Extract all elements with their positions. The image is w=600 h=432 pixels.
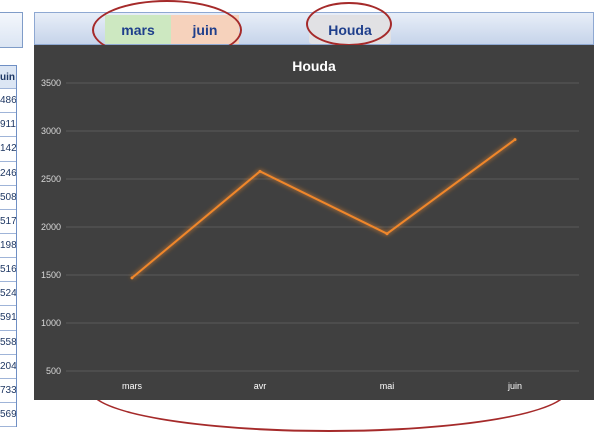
data-point	[513, 138, 517, 142]
left-table-cell: 517	[0, 210, 16, 234]
left-table-cell: 246	[0, 162, 16, 186]
x-tick-label: avr	[254, 381, 267, 391]
y-tick-label: 2000	[41, 222, 61, 232]
left-table-cell: 198	[0, 234, 16, 259]
y-tick-label: 2500	[41, 174, 61, 184]
chart-svg: Houda 500 1000 1500 2000 2500 3000 3500 mars avr…	[41, 58, 579, 391]
line-chart: Houda 500 1000 1500 2000 2500 3000 3500 mars avr…	[34, 45, 594, 400]
left-table-cell: 142	[0, 137, 16, 162]
x-tick-label: mai	[380, 381, 395, 391]
y-tick-label: 1500	[41, 270, 61, 280]
left-table-cell: 569	[0, 403, 16, 428]
left-table-cell: 486	[0, 89, 16, 114]
left-table-cell: 558	[0, 331, 16, 355]
left-table-cell: 911	[0, 113, 16, 138]
series-line	[131, 138, 516, 279]
left-header-box	[0, 12, 23, 48]
data-point	[130, 276, 134, 280]
left-table-cell: 508	[0, 186, 16, 210]
mars-button[interactable]: mars	[105, 15, 171, 44]
toolbar: mars juin Houda	[34, 12, 594, 45]
left-table-cell: 591	[0, 306, 16, 331]
data-point	[258, 169, 262, 173]
chart-title: Houda	[292, 58, 336, 74]
data-point	[385, 232, 389, 236]
y-tick-label: 3500	[41, 78, 61, 88]
juin-button[interactable]: juin	[171, 15, 239, 44]
houda-button[interactable]: Houda	[309, 15, 391, 44]
y-tick-label: 1000	[41, 318, 61, 328]
left-table-cell: 524	[0, 282, 16, 307]
x-tick-label: juin	[507, 381, 522, 391]
left-table-cell: 733	[0, 379, 16, 403]
x-tick-label: mars	[122, 381, 142, 391]
y-tick-label: 500	[46, 366, 61, 376]
y-tick-label: 3000	[41, 126, 61, 136]
left-table-panel: uin 486 911 142 246 508 517 198 516 524 591 558 204…	[0, 0, 24, 428]
left-table: uin 486 911 142 246 508 517 198 516 524 591 558 204…	[0, 65, 17, 428]
left-table-cell: 516	[0, 258, 16, 283]
left-table-header: uin	[0, 65, 16, 90]
left-table-cell: 204	[0, 355, 16, 379]
